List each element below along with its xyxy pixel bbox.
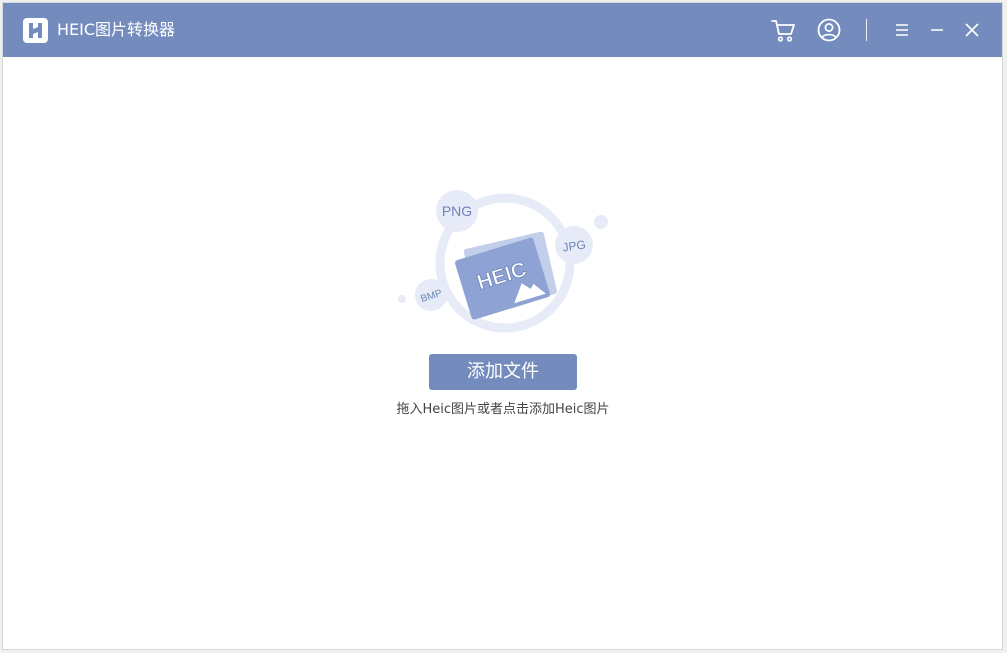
add-file-button[interactable]: 添加文件	[429, 354, 577, 390]
png-badge-label: PNG	[442, 203, 472, 219]
menu-icon[interactable]	[887, 15, 917, 45]
bmp-badge: BMP	[415, 279, 447, 311]
dot-decoration	[398, 295, 406, 303]
app-window: HEIC图片转换器 PNG JPG BMP HEIC 添加文件 拖入Heic图片…	[2, 2, 1003, 650]
title-bar[interactable]: HEIC图片转换器	[3, 3, 1002, 57]
minimize-icon[interactable]	[922, 15, 952, 45]
jpg-badge: JPG	[555, 226, 593, 264]
drop-hint-text: 拖入Heic图片或者点击添加Heic图片	[396, 402, 610, 417]
dot-decoration	[594, 215, 608, 229]
png-badge: PNG	[436, 190, 478, 232]
app-logo-icon	[23, 18, 48, 43]
user-circle-icon[interactable]	[814, 15, 844, 45]
app-title: HEIC图片转换器	[57, 20, 176, 39]
titlebar-divider	[866, 19, 867, 41]
heic-format-illustration: PNG JPG BMP HEIC	[398, 190, 608, 333]
close-icon[interactable]	[957, 15, 987, 45]
cart-icon[interactable]	[768, 15, 798, 45]
